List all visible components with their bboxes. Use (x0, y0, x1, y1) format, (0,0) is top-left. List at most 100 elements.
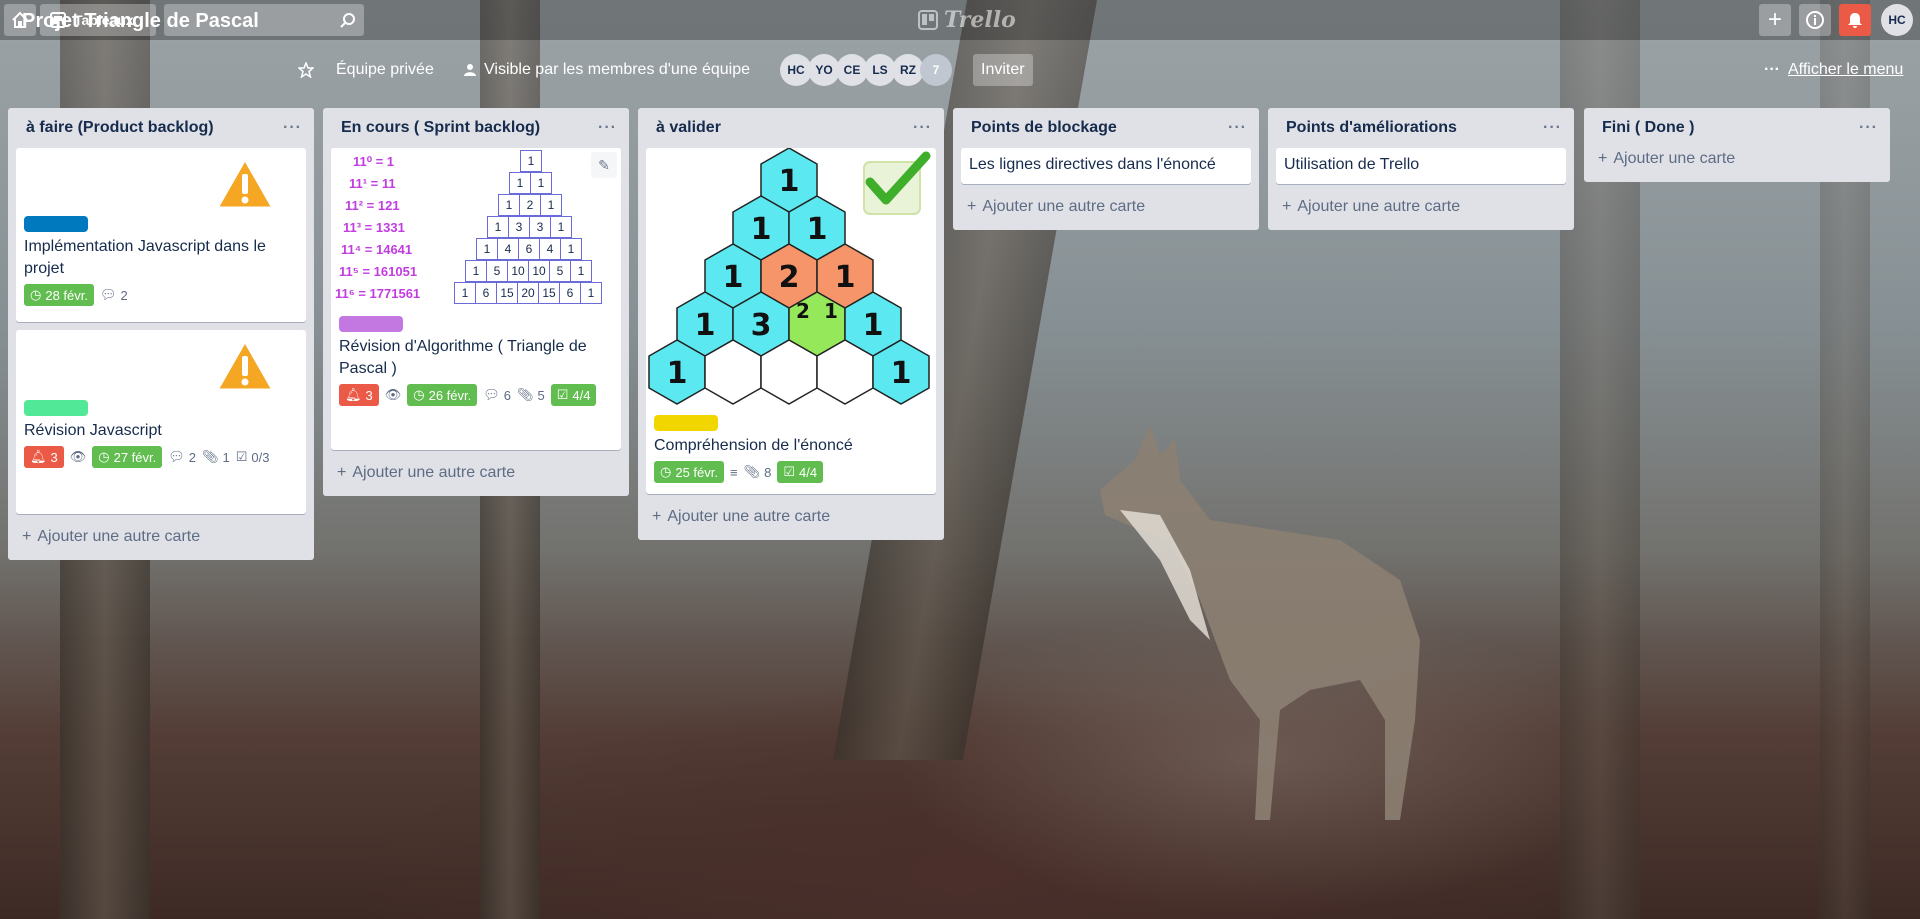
comments-badge: 💬︎ 2 (168, 446, 196, 468)
description-badge: ≡ (730, 461, 738, 483)
list-header[interactable]: Points d'améliorations ··· (1276, 108, 1566, 148)
pascal-cell: 20 (517, 282, 539, 304)
trello-logo[interactable]: Trello (918, 7, 1016, 33)
bell-icon (1848, 13, 1862, 28)
list-header[interactable]: à faire (Product backlog) ··· (16, 108, 306, 148)
card-title: Révision d'Algorithme ( Triangle de Pasc… (339, 338, 587, 377)
card-title: Compréhension de l'énoncé (654, 437, 853, 454)
due-date-badge[interactable]: ◷ 26 févr. (407, 384, 478, 406)
card-label[interactable] (339, 316, 403, 332)
svg-text:1: 1 (667, 356, 688, 391)
add-card-label: Ajouter une autre carte (982, 198, 1146, 215)
due-date: 25 févr. (675, 464, 718, 480)
add-card-button[interactable]: + Ajouter une autre carte (646, 502, 936, 532)
comment-icon: 💬︎ (168, 449, 185, 464)
card-label[interactable] (24, 216, 88, 232)
checklist-badge: ☑ 4/4 (550, 384, 597, 406)
list-menu-icon[interactable]: ··· (598, 119, 617, 137)
add-button[interactable]: + (1759, 4, 1791, 36)
visibility-button[interactable]: Visible par les membres d'une équipe (454, 54, 758, 86)
add-card-button[interactable]: + Ajouter une autre carte (331, 458, 621, 488)
card-label[interactable] (24, 400, 88, 416)
due-date-badge[interactable]: ◷ 25 févr. (654, 461, 724, 483)
list-in-progress: En cours ( Sprint backlog) ··· 11⁰ = 1 11… (323, 108, 629, 496)
list-todo: à faire (Product backlog) ··· Implémentat… (8, 108, 314, 560)
add-card-label: Ajouter une autre carte (1297, 198, 1461, 215)
comments-count: 2 (188, 449, 196, 465)
pascal-cell: 3 (508, 216, 530, 238)
add-card-button[interactable]: + Ajouter une autre carte (961, 192, 1251, 222)
card[interactable]: 11⁰ = 1 11¹ = 11 11² = 121 11³ = 1331 11… (331, 148, 621, 450)
star-button[interactable] (290, 54, 322, 86)
list-menu-icon[interactable]: ··· (1859, 119, 1878, 137)
add-card-button[interactable]: + Ajouter une carte (1592, 148, 1882, 174)
checklist-count: 0/3 (251, 449, 270, 465)
pascal-cell: 6 (518, 238, 540, 260)
list-header[interactable]: Fini ( Done ) ··· (1592, 108, 1882, 148)
comment-icon: 💬︎ (99, 287, 117, 302)
card[interactable]: Révision Javascript 🔔︎ 3 👁︎ ◷ 27 févr. 💬︎ 2… (16, 330, 306, 514)
list-title[interactable]: à valider (656, 119, 721, 137)
svg-text:1: 1 (891, 356, 912, 391)
plus-icon: + (652, 508, 662, 525)
pascal-cell: 1 (498, 194, 520, 216)
plus-icon: + (967, 198, 977, 215)
svg-text:2: 2 (779, 260, 800, 295)
pascal-cell: 4 (497, 238, 519, 260)
list-title[interactable]: Points de blockage (971, 119, 1117, 137)
pascal-cell: 1 (520, 150, 542, 172)
card[interactable]: Les lignes directives dans l'énoncé (961, 148, 1251, 184)
list-title[interactable]: En cours ( Sprint backlog) (341, 119, 540, 137)
search-icon (340, 13, 355, 28)
due-date-badge[interactable]: ◷ 27 févr. (92, 446, 163, 468)
list-menu-icon[interactable]: ··· (1228, 119, 1247, 137)
power-text: 11³ = 1331 (343, 220, 405, 235)
card[interactable]: Implémentation Javascript dans le projet… (16, 148, 306, 322)
card[interactable]: 1 1 1 1 2 1 1 3 21 1 1 1 Compréhension d… (646, 148, 936, 494)
user-avatar[interactable]: HC (1881, 4, 1913, 36)
clock-icon: ◷ (413, 387, 425, 402)
notifications-badge[interactable]: 🔔︎ 3 (24, 446, 64, 468)
pascal-cell: 1 (476, 238, 498, 260)
notifications-badge[interactable]: 🔔︎ 3 (339, 384, 379, 406)
board-title[interactable]: Projet Triangle de Pascal (22, 10, 259, 33)
notifications-button[interactable] (1839, 4, 1871, 36)
info-button[interactable] (1799, 4, 1831, 36)
watch-badge: 👁︎ (385, 384, 402, 406)
list-title[interactable]: Points d'améliorations (1286, 119, 1457, 137)
pascal-row: 1331 (487, 216, 572, 238)
checklist-badge: ☑ 0/3 (236, 446, 270, 468)
pascal-cell: 6 (475, 282, 497, 304)
list-menu-icon[interactable]: ··· (283, 119, 302, 137)
card-label[interactable] (654, 415, 718, 431)
list-header[interactable]: Points de blockage ··· (961, 108, 1251, 148)
attachments-badge: 📎︎ 8 (744, 461, 772, 483)
plus-icon: + (22, 528, 32, 545)
team-button[interactable]: Équipe privée (328, 54, 442, 86)
list-header[interactable]: à valider ··· (646, 108, 936, 148)
invite-button[interactable]: Inviter (973, 54, 1033, 86)
due-date: 27 févr. (113, 449, 157, 465)
due-date-badge[interactable]: ◷ 28 févr. (24, 284, 94, 306)
card[interactable]: Utilisation de Trello (1276, 148, 1566, 184)
add-card-button[interactable]: + Ajouter une autre carte (16, 522, 306, 552)
list-menu-icon[interactable]: ··· (913, 119, 932, 137)
edit-card-button[interactable]: ✎ (591, 152, 617, 178)
pascal-row: 1 (520, 150, 542, 172)
power-text: 11⁵ = 161051 (339, 264, 418, 279)
show-menu-button[interactable]: ··· Afficher le menu (1756, 54, 1911, 86)
list-title[interactable]: Fini ( Done ) (1602, 119, 1694, 137)
pascal-cell: 5 (549, 260, 571, 282)
list-title[interactable]: à faire (Product backlog) (26, 119, 214, 137)
more-members-badge[interactable]: 7 (920, 54, 952, 86)
list-menu-icon[interactable]: ··· (1543, 119, 1562, 137)
bell-icon: 🔔︎ (30, 449, 47, 464)
checklist-count: 4/4 (572, 387, 591, 403)
clock-icon: ◷ (660, 464, 672, 479)
add-card-button[interactable]: + Ajouter une autre carte (1276, 192, 1566, 222)
add-card-label: Ajouter une carte (1613, 150, 1736, 167)
warning-icon (215, 157, 275, 210)
list-header[interactable]: En cours ( Sprint backlog) ··· (331, 108, 621, 148)
comments-count: 2 (120, 287, 128, 303)
notifications-count: 3 (50, 449, 58, 465)
